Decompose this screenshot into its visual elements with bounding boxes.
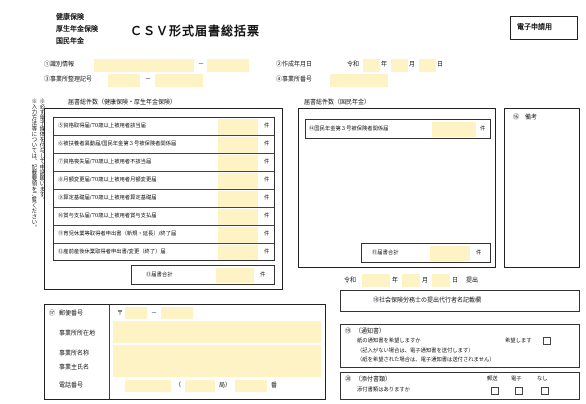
count-field-9[interactable] xyxy=(218,191,258,207)
count-field-7[interactable] xyxy=(218,155,258,171)
phone-number-field[interactable] xyxy=(235,380,267,392)
submit-year-field[interactable] xyxy=(362,274,390,287)
owner-name-label: 事業主氏名 xyxy=(59,364,90,371)
office-number-field[interactable] xyxy=(330,74,388,87)
count-field-14[interactable] xyxy=(432,122,476,137)
middle-row: ⑭国民年金第３号被保険者関係届 件 xyxy=(305,119,491,139)
phone-local-field[interactable] xyxy=(185,380,215,392)
count-field-12[interactable] xyxy=(218,245,258,260)
create-day-field[interactable] xyxy=(419,59,436,72)
attachment-none-checkbox[interactable] xyxy=(541,387,549,395)
phone-area-field[interactable] xyxy=(125,380,171,392)
e-application-badge: 電子申請用 xyxy=(510,16,578,40)
middle-section-title: 届書総件数（国民年金） xyxy=(304,99,371,106)
proxy-box[interactable]: ⑱社会保険労務士の提出代行者名記載欄 xyxy=(340,290,580,312)
attachment-box: ⑳ （添付書類） 添付書類はありますか 郵送 電子 なし xyxy=(340,372,580,400)
table-row: ⑦資格喪失届/70歳以上被用者不該当届 件 xyxy=(54,154,274,172)
applicant-frame: ⑰ 郵便番号 〒 － 事業所所在地 事業所名称 事業主氏名 電話番号 （ 局） … xyxy=(44,304,326,400)
middle-total-field[interactable] xyxy=(430,246,470,261)
id-field-1[interactable] xyxy=(94,59,194,72)
side-note-1: ※入力方法等については、記載要領をご覧ください。 xyxy=(30,98,37,230)
remarks-box[interactable]: ⑯ 備考 xyxy=(504,108,580,268)
office-name-label: 事業所名称 xyxy=(59,350,90,357)
table-row: ⑪育児休業等取得者申出書（新規・延長）/終了届 件 xyxy=(54,226,274,244)
left-total-field[interactable] xyxy=(216,268,254,283)
scheme-pension: 厚生年金保険 xyxy=(56,25,98,33)
submit-month-field[interactable] xyxy=(402,274,420,287)
scheme-health: 健康保険 xyxy=(56,13,84,21)
phone-label: 電話番号 xyxy=(59,382,84,389)
table-row: ⑨算定基礎届/70歳以上被用者算定基礎届 件 xyxy=(54,190,274,208)
count-field-6[interactable] xyxy=(218,137,258,153)
scheme-national: 国民年金 xyxy=(56,37,84,45)
table-row: ⑥被扶養者異動届/国民年金第３号被保険者関係届 件 xyxy=(54,136,274,154)
attachment-electronic-checkbox[interactable] xyxy=(515,387,523,395)
create-month-field[interactable] xyxy=(391,59,408,72)
left-section-title: 届書総件数（健康保険・厚生年金保険） xyxy=(68,99,177,106)
count-field-5[interactable] xyxy=(218,119,258,135)
office-name-field[interactable] xyxy=(113,345,321,377)
table-row: ⑩賞与支払届/70歳以上被用者賞与支払届 件 xyxy=(54,208,274,226)
table-row: ⑤資格取得届/70歳以上被用者該当届 件 xyxy=(54,118,274,136)
notice-paper-checkbox[interactable] xyxy=(543,337,551,345)
page-title: ＣＳＶ形式届書総括票 xyxy=(130,24,261,38)
address-label: 事業所所在地 xyxy=(59,330,96,337)
submit-day-field[interactable] xyxy=(432,274,450,287)
count-field-8[interactable] xyxy=(218,173,258,189)
notice-box: ⑲ （通知書） 紙の通知書を希望しますか 希望します （記入がない場合は、電子通… xyxy=(340,324,580,368)
postal-field-2[interactable] xyxy=(161,307,193,319)
middle-section-frame: ⑭国民年金第３号被保険者関係届 件 ⑮届書合計 件 xyxy=(298,108,496,268)
date-label: ②作成年月日 xyxy=(276,61,313,68)
middle-total-row: ⑮届書合計 件 xyxy=(361,243,491,263)
employer-code-label: ③事業所整理記号 xyxy=(44,76,93,83)
left-rows-table: ⑤資格取得届/70歳以上被用者該当届 件 ⑥被扶養者異動届/国民年金第３号被保険… xyxy=(53,117,275,261)
postal-label: 郵便番号 xyxy=(59,310,84,317)
create-year-field[interactable] xyxy=(363,59,380,72)
divider xyxy=(109,305,110,399)
office-number-label: ④事業所番号 xyxy=(276,76,313,83)
employer-code-field-2[interactable] xyxy=(155,74,203,87)
table-row: ⑧月額変更届/70歳以上被用者月額変更届 件 xyxy=(54,172,274,190)
address-field[interactable] xyxy=(113,321,321,343)
left-total-row: ⑬届書合計 件 xyxy=(131,265,275,285)
left-section-frame: ⑤資格取得届/70歳以上被用者該当届 件 ⑥被扶養者異動届/国民年金第３号被保険… xyxy=(44,108,283,290)
count-field-11[interactable] xyxy=(218,227,258,243)
postal-field-1[interactable] xyxy=(125,307,147,319)
table-row: ⑫産前産後休業取得者申出書/変更（終了）届 件 xyxy=(54,244,274,261)
id-field-2[interactable] xyxy=(207,59,249,72)
count-field-10[interactable] xyxy=(218,209,258,225)
employer-code-field-1[interactable] xyxy=(108,74,140,87)
attachment-mail-checkbox[interactable] xyxy=(491,387,499,395)
id-label: ①識別情報 xyxy=(44,61,75,68)
